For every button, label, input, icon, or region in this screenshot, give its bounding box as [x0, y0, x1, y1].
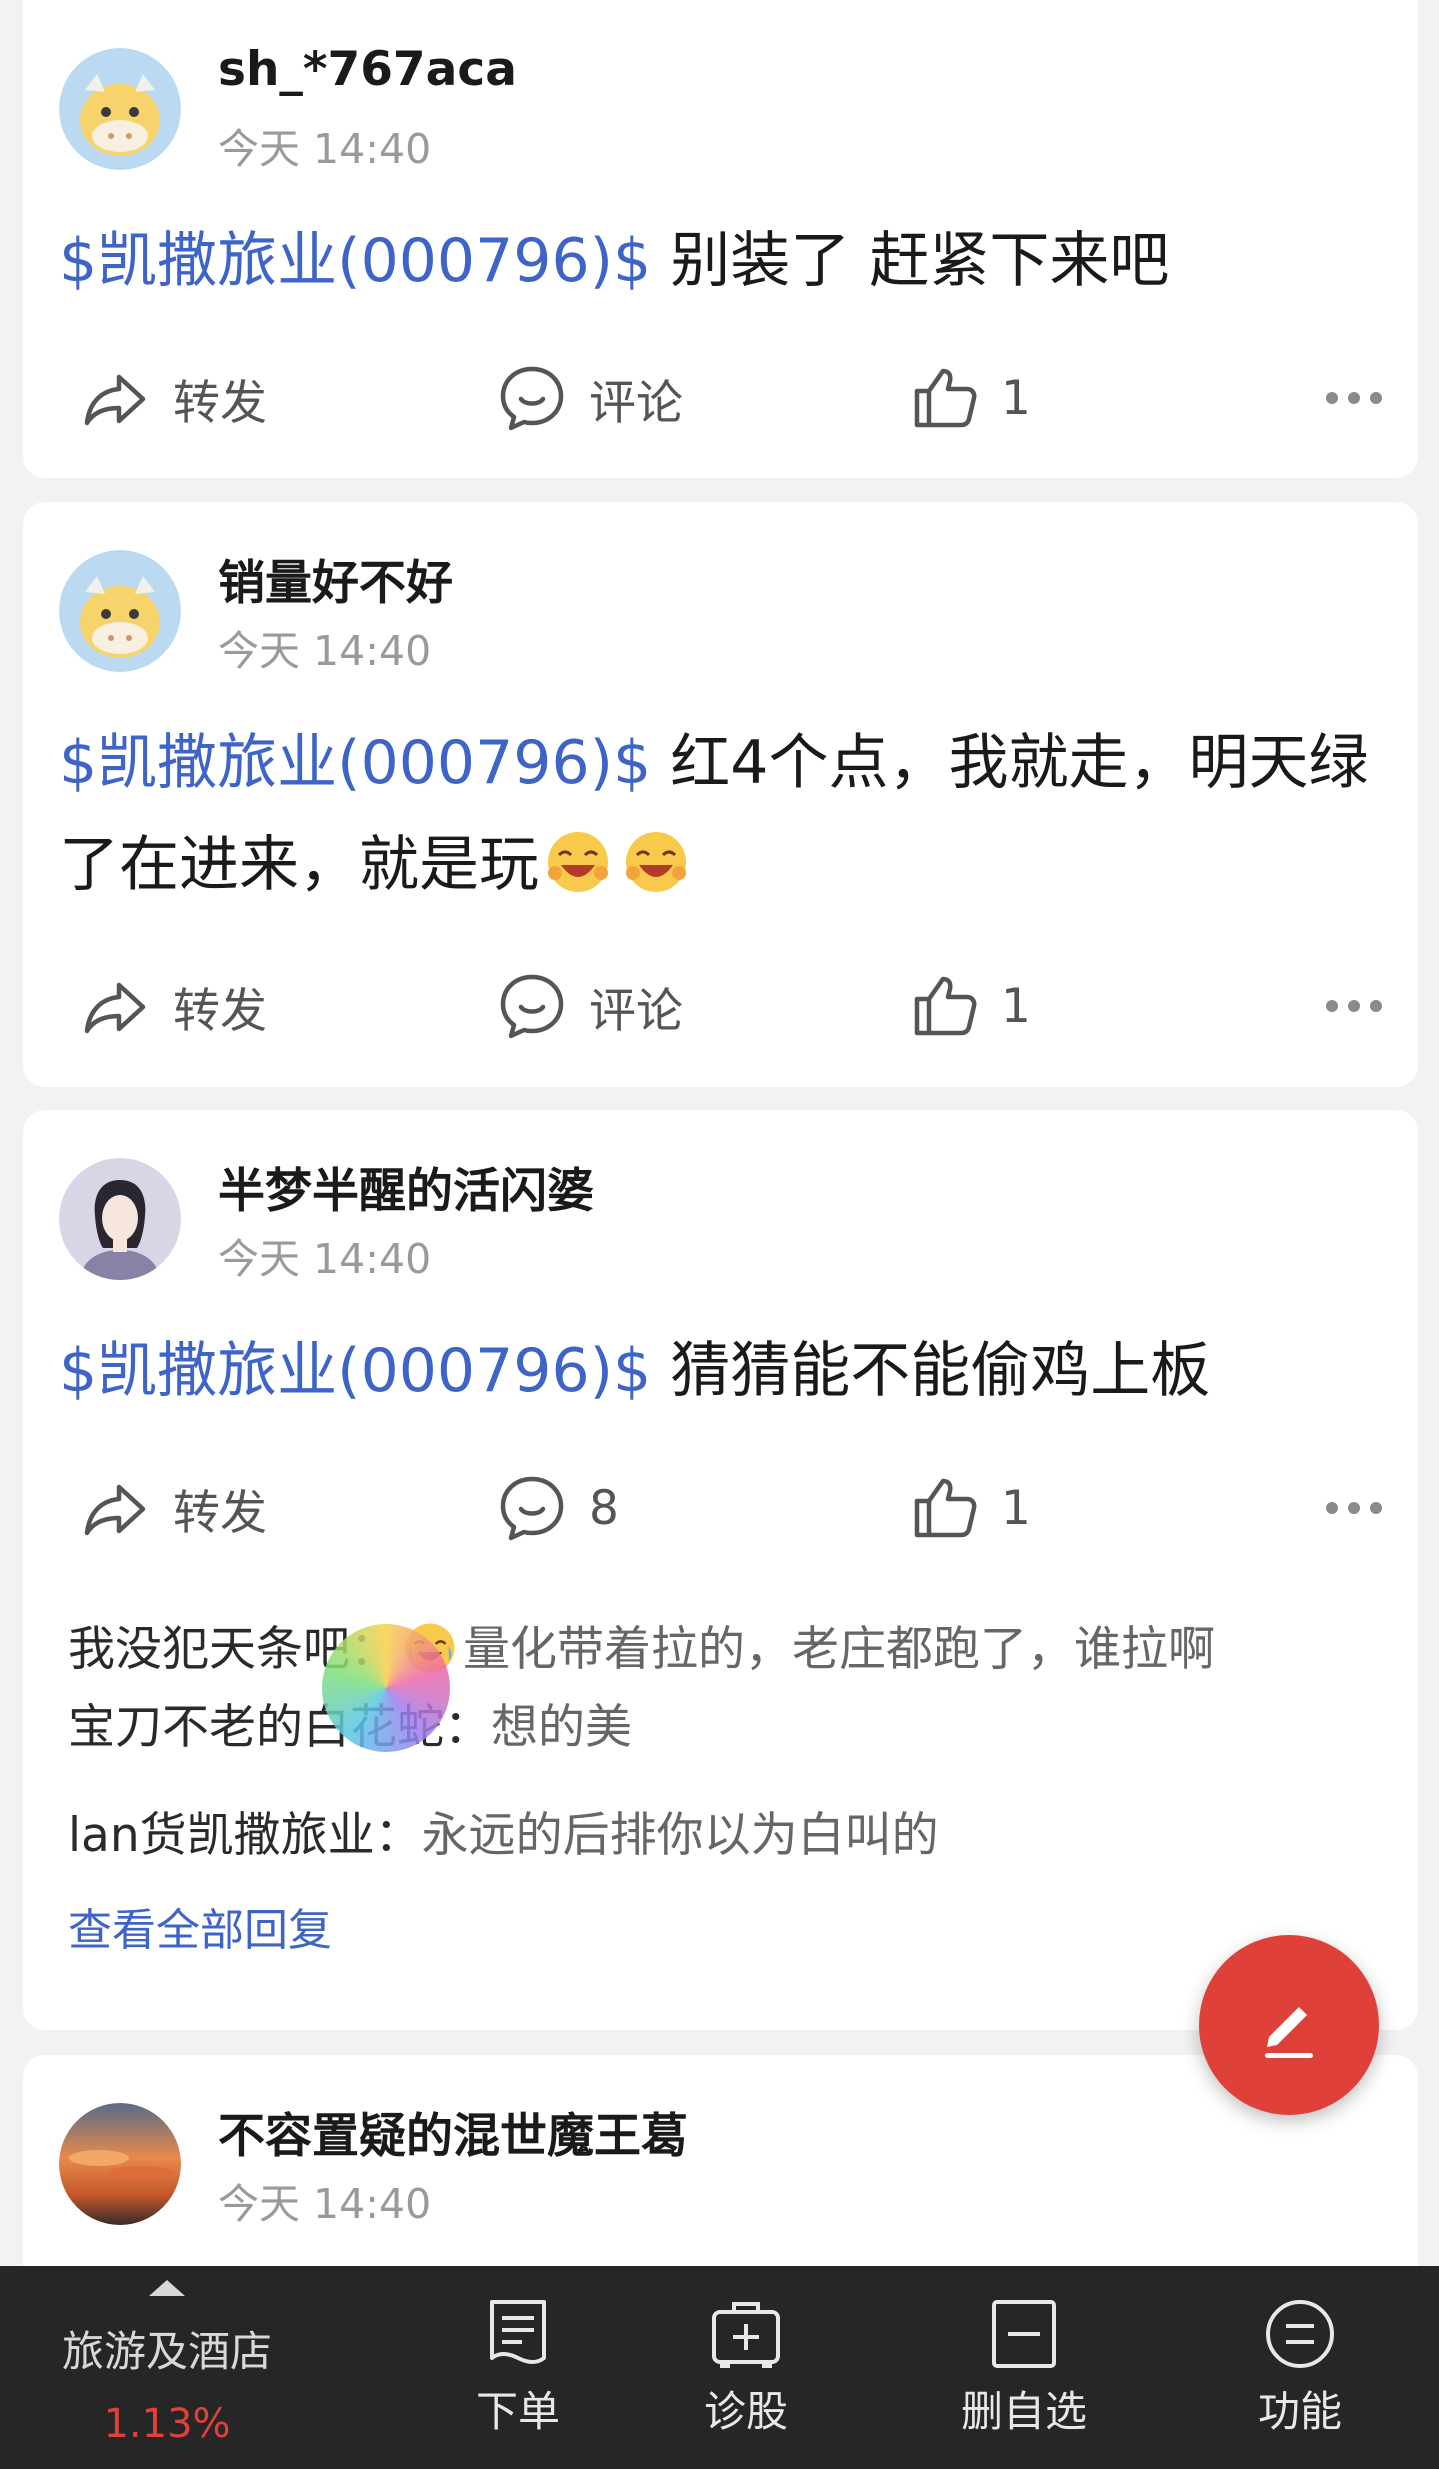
like-button[interactable]: 1 — [907, 966, 1031, 1046]
stock-link[interactable]: $凯撒旅业(000796)$ — [59, 728, 651, 798]
share-icon — [84, 374, 146, 426]
bottom-toolbar: 旅游及酒店 1.13% 下单 诊股 删自选 功能 — [0, 2266, 1439, 2469]
share-icon — [84, 982, 146, 1034]
like-count: 1 — [1001, 978, 1031, 1034]
like-count: 1 — [1001, 1480, 1031, 1536]
diagnose-icon — [712, 2302, 780, 2368]
edit-pencil-icon — [1265, 2007, 1313, 2058]
laughing-face-emoji-icon — [623, 824, 689, 892]
sector-change: 1.13% — [103, 2401, 231, 2447]
more-dot — [1326, 1502, 1338, 1514]
caret-up-icon — [149, 2280, 185, 2296]
laughing-face-emoji-icon — [545, 824, 611, 892]
username[interactable]: 销量好不好 — [218, 544, 453, 613]
username[interactable]: sh_*767aca — [218, 42, 517, 97]
more-options-button[interactable] — [1326, 1468, 1382, 1548]
tab-functions[interactable]: 功能 — [1200, 2266, 1400, 2469]
post-time: 今天 14:40 — [218, 2180, 432, 2228]
sector-indicator[interactable]: 旅游及酒店 1.13% — [52, 2266, 282, 2469]
tab-diagnose[interactable]: 诊股 — [646, 2266, 846, 2469]
reply-text: 想的美 — [491, 1700, 632, 1755]
post-card[interactable]: 半梦半醒的活闪婆 今天 14:40 $凯撒旅业(000796)$ 猜猜能不能偷鸡… — [23, 1110, 1418, 2030]
comment-label: 评论 — [589, 375, 683, 431]
more-dot — [1370, 392, 1382, 404]
repost-label: 转发 — [173, 375, 267, 431]
reply-text: 永远的后排你以为白叫的 — [421, 1808, 939, 1863]
reply-text: 量化带着拉的，老庄都跑了，谁拉啊 — [463, 1622, 1215, 1677]
tab-label: 功能 — [1257, 2387, 1342, 2436]
like-button[interactable]: 1 — [907, 1468, 1031, 1548]
post-card[interactable]: 销量好不好 今天 14:40 $凯撒旅业(000796)$ 红4个点，我就走，明… — [23, 502, 1418, 1087]
comment-icon — [500, 1476, 564, 1541]
username[interactable]: 半梦半醒的活闪婆 — [218, 1152, 594, 1221]
user-avatar[interactable] — [59, 550, 181, 672]
stock-link[interactable]: $凯撒旅业(000796)$ — [59, 226, 651, 296]
post-text: 猜猜能不能偷鸡上板 — [651, 1336, 1211, 1406]
user-avatar[interactable] — [59, 48, 181, 170]
post-time: 今天 14:40 — [218, 125, 432, 173]
comment-button[interactable]: 评论 — [495, 966, 683, 1046]
more-options-button[interactable] — [1326, 358, 1382, 438]
more-dot — [1348, 1502, 1360, 1514]
thumbs-up-icon — [914, 368, 977, 428]
tab-label: 下单 — [475, 2387, 560, 2436]
more-dot — [1348, 392, 1360, 404]
thumbs-up-icon — [914, 976, 977, 1036]
remove-watchlist-icon — [992, 2300, 1056, 2368]
more-options-button[interactable] — [1326, 966, 1382, 1046]
comment-label: 评论 — [589, 983, 683, 1039]
post-content[interactable]: $凯撒旅业(000796)$ 猜猜能不能偷鸡上板 — [59, 1320, 1389, 1422]
post-time: 今天 14:40 — [218, 627, 432, 675]
username[interactable]: 不容置疑的混世魔王葛 — [218, 2097, 688, 2166]
post-text: 别装了 赶紧下来吧 — [651, 226, 1170, 296]
post-actions: 转发 8 1 — [23, 1468, 1418, 1548]
order-icon — [490, 2300, 546, 2364]
more-dot — [1348, 1000, 1360, 1012]
tab-label: 诊股 — [703, 2387, 788, 2436]
repost-button[interactable]: 转发 — [79, 1468, 267, 1548]
compose-post-button[interactable] — [1199, 1935, 1379, 2115]
post-actions: 转发 评论 1 — [23, 966, 1418, 1046]
tab-label: 删自选 — [960, 2387, 1087, 2436]
menu-icon — [1266, 2300, 1334, 2368]
comment-button[interactable]: 评论 — [495, 358, 683, 438]
post-card[interactable]: sh_*767aca 今天 14:40 $凯撒旅业(000796)$ 别装了 赶… — [23, 0, 1418, 478]
post-actions: 转发 评论 1 — [23, 358, 1418, 438]
user-avatar[interactable] — [59, 2103, 181, 2225]
reply-item[interactable]: 我没犯天条吧： 量化带着拉的，老庄都跑了，谁拉啊 — [68, 1610, 1215, 1679]
post-time: 今天 14:40 — [218, 1235, 432, 1283]
loading-spinner — [322, 1624, 450, 1752]
repost-button[interactable]: 转发 — [79, 358, 267, 438]
like-button[interactable]: 1 — [907, 358, 1031, 438]
tab-order[interactable]: 下单 — [418, 2266, 618, 2469]
comment-icon — [500, 366, 564, 431]
comment-count: 8 — [589, 1480, 619, 1536]
more-dot — [1370, 1502, 1382, 1514]
reply-user[interactable]: lan货凯撒旅业： — [68, 1808, 422, 1863]
more-dot — [1326, 1000, 1338, 1012]
share-icon — [84, 1484, 146, 1536]
sector-name: 旅游及酒店 — [61, 2327, 272, 2376]
repost-label: 转发 — [173, 983, 267, 1039]
user-avatar[interactable] — [59, 1158, 181, 1280]
thumbs-up-icon — [914, 1478, 977, 1538]
view-all-replies-link[interactable]: 查看全部回复 — [68, 1894, 332, 1958]
post-content[interactable]: $凯撒旅业(000796)$ 别装了 赶紧下来吧 — [59, 210, 1389, 312]
tab-remove-watchlist[interactable]: 删自选 — [924, 2266, 1124, 2469]
more-dot — [1370, 1000, 1382, 1012]
comment-icon — [500, 974, 564, 1039]
repost-label: 转发 — [173, 1485, 267, 1541]
reply-item[interactable]: lan货凯撒旅业：永远的后排你以为白叫的 — [68, 1796, 939, 1865]
more-dot — [1326, 392, 1338, 404]
repost-button[interactable]: 转发 — [79, 966, 267, 1046]
post-content[interactable]: $凯撒旅业(000796)$ 红4个点，我就走，明天绿了在进来，就是玩 — [59, 712, 1389, 916]
stock-link[interactable]: $凯撒旅业(000796)$ — [59, 1336, 651, 1406]
comment-button[interactable]: 8 — [495, 1468, 619, 1548]
like-count: 1 — [1001, 370, 1031, 426]
